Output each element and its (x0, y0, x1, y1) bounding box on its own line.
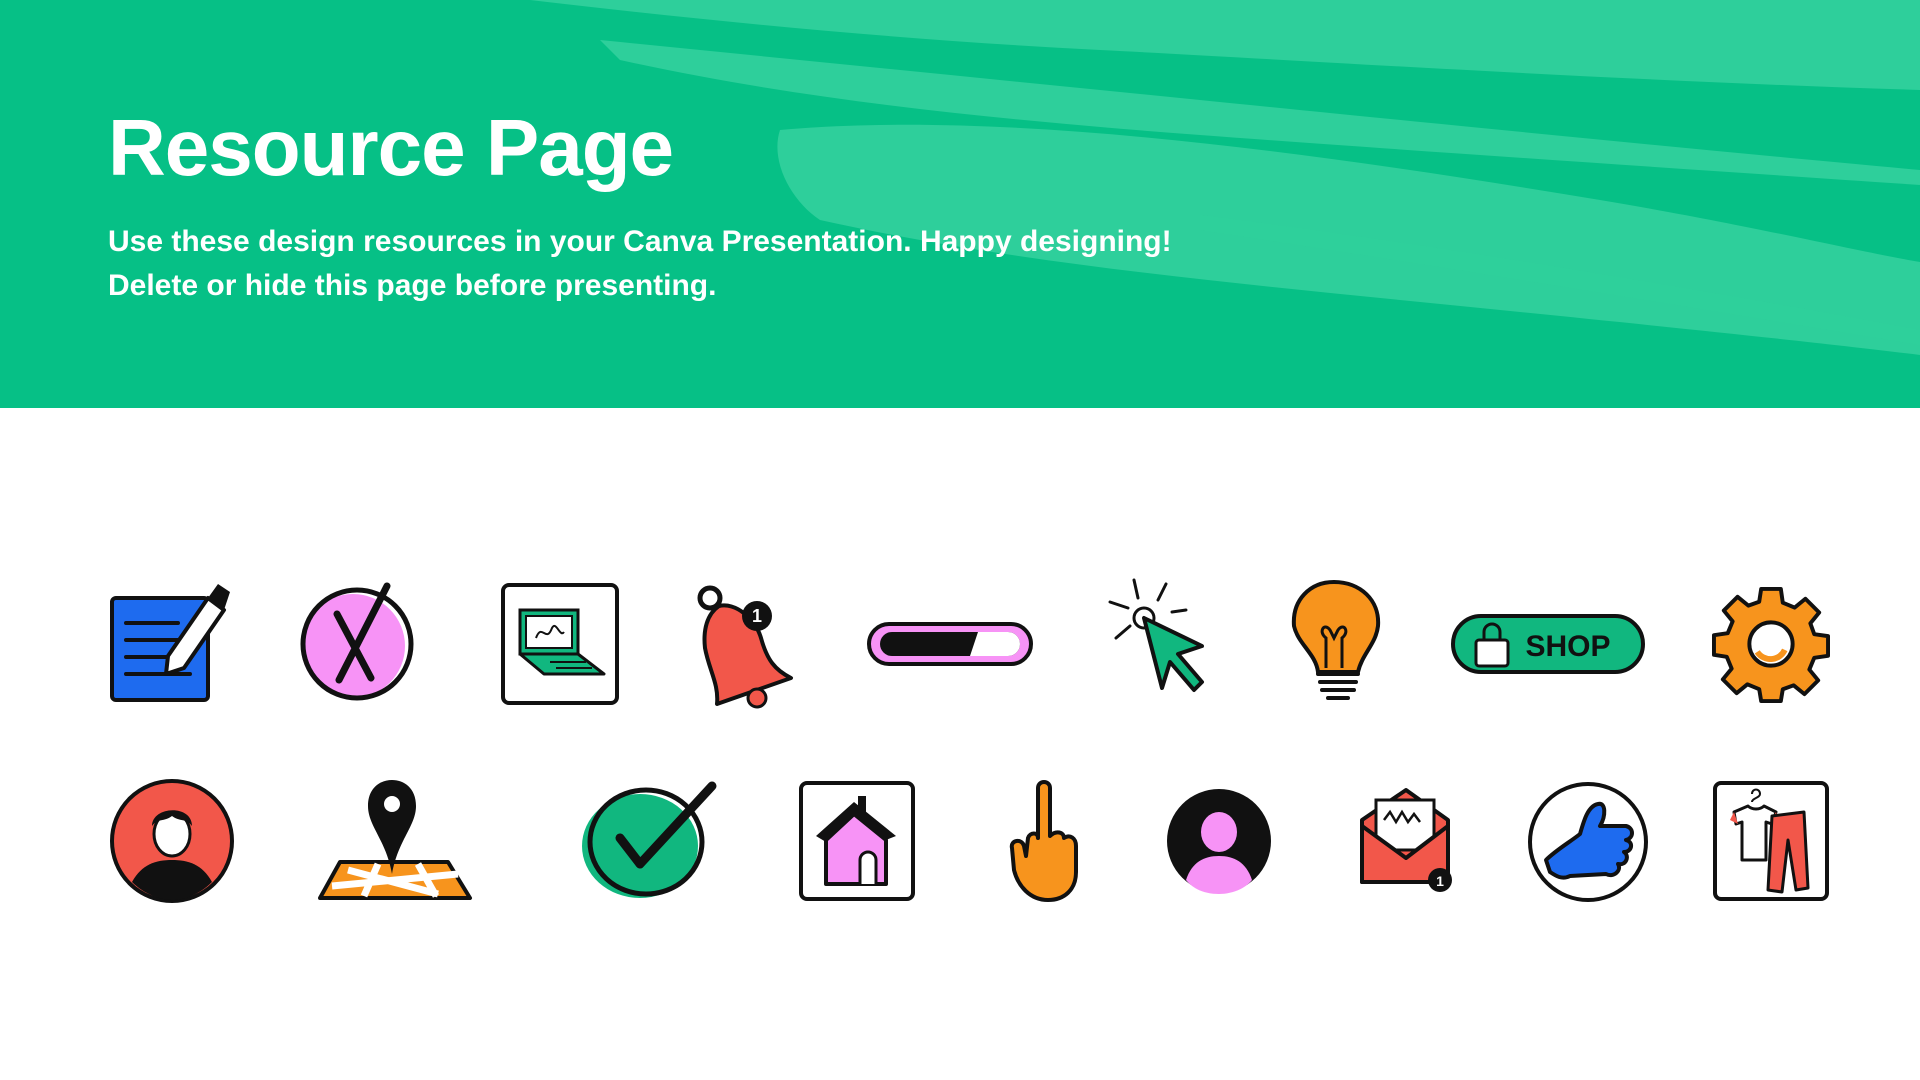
progress-bar-icon[interactable] (866, 618, 1036, 670)
gear-icon[interactable] (1712, 584, 1830, 704)
cancel-x-circle-icon[interactable] (295, 578, 420, 708)
mail-badge-count: 1 (1436, 873, 1444, 889)
subtitle-line-2: Delete or hide this page before presenti… (108, 269, 717, 302)
map-pin-icon[interactable] (318, 778, 474, 904)
pointing-hand-icon[interactable] (1009, 778, 1080, 904)
laptop-icon[interactable] (500, 582, 620, 706)
page-title: Resource Page (108, 103, 674, 192)
lightbulb-icon[interactable] (1288, 578, 1384, 708)
page-subtitle: Use these design resources in your Canva… (108, 220, 1172, 308)
mail-envelope-icon[interactable]: 1 (1358, 786, 1458, 896)
profile-circle-icon[interactable] (1164, 786, 1274, 896)
clothing-icon[interactable] (1712, 780, 1830, 902)
bell-badge-count: 1 (752, 606, 762, 626)
shop-button-label: SHOP (1525, 630, 1610, 663)
brush-stroke-decoration (530, 0, 1920, 356)
notepad-pencil-icon[interactable] (108, 578, 230, 708)
click-cursor-icon[interactable] (1106, 578, 1206, 708)
home-icon[interactable] (798, 780, 916, 902)
notification-bell-icon[interactable]: 1 (695, 578, 805, 710)
header-banner: Resource Page Use these design resources… (0, 0, 1920, 408)
subtitle-line-1: Use these design resources in your Canva… (108, 225, 1172, 258)
thumbs-up-icon[interactable] (1526, 780, 1650, 904)
checkmark-circle-icon[interactable] (580, 780, 717, 900)
shop-button-icon[interactable]: SHOP (1450, 612, 1646, 676)
user-avatar-icon[interactable] (108, 778, 236, 904)
